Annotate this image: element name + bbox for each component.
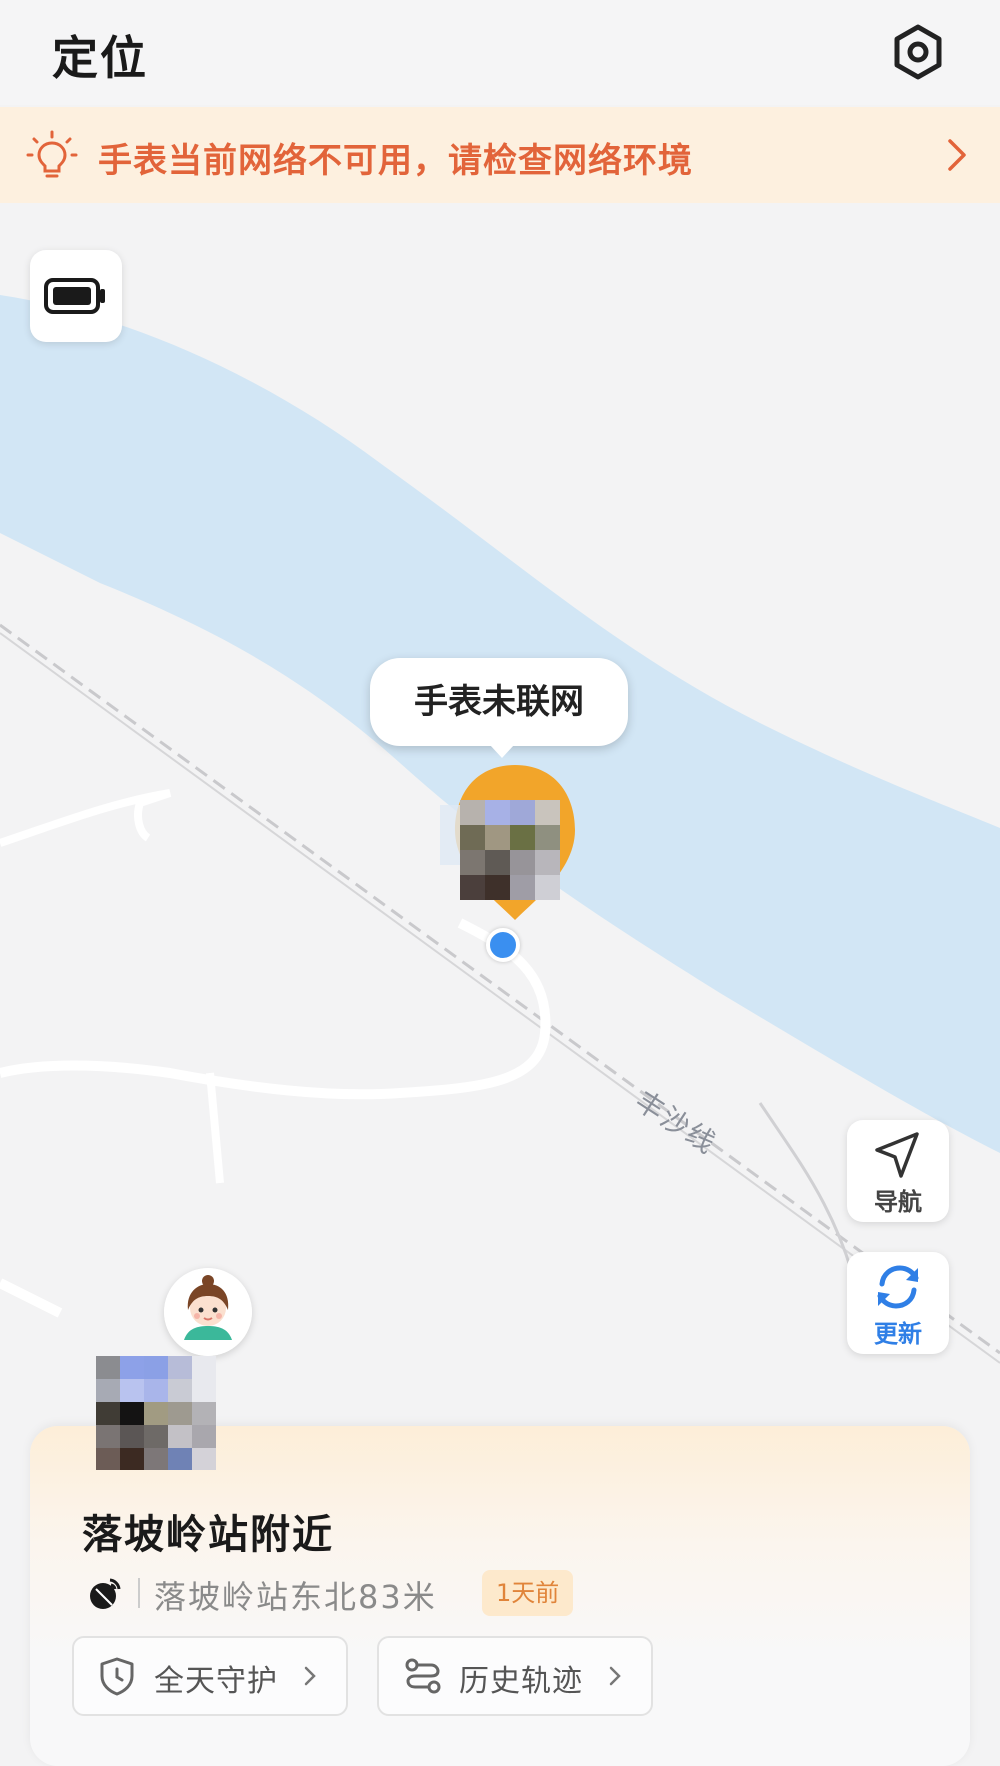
current-location-dot	[486, 928, 520, 962]
location-title: 落坡岭站附近	[82, 1512, 334, 1558]
address-row: 落坡岭站东北83米 1天前	[86, 1568, 946, 1618]
satellite-icon	[90, 1578, 121, 1609]
chevron-right-icon	[304, 1666, 316, 1686]
refresh-label: 更新	[874, 1320, 922, 1348]
page-title: 定位	[52, 31, 148, 85]
avatar-illustration	[164, 1268, 252, 1356]
battery-icon	[44, 278, 105, 314]
alert-message: 手表当前网络不可用，请检查网络环境	[98, 141, 693, 181]
chevron-right-icon	[948, 139, 966, 171]
guard-label: 全天守护	[154, 1664, 278, 1699]
navigation-label: 导航	[874, 1188, 922, 1216]
child-avatar[interactable]	[164, 1268, 252, 1356]
refresh-icon	[877, 1265, 919, 1309]
navigation-button[interactable]: 导航	[847, 1120, 949, 1222]
profile-photo	[96, 1356, 216, 1470]
update-time-badge: 1天前	[482, 1570, 574, 1616]
device-location-marker[interactable]	[440, 760, 590, 930]
settings-icon	[894, 24, 942, 80]
settings-button[interactable]	[888, 22, 948, 82]
address-text: 落坡岭站东北83米	[154, 1578, 437, 1616]
history-label: 历史轨迹	[459, 1664, 583, 1699]
network-alert-banner[interactable]: 手表当前网络不可用，请检查网络环境	[0, 107, 1000, 203]
route-icon	[405, 1658, 441, 1694]
divider	[138, 1578, 140, 1608]
top-bar: 定位	[0, 0, 1000, 105]
chevron-right-icon	[609, 1666, 621, 1686]
battery-status-button[interactable]	[30, 250, 122, 342]
watch-status-bubble: 手表未联网	[370, 658, 628, 758]
shield-icon	[100, 1657, 134, 1696]
lightbulb-icon	[26, 130, 78, 178]
refresh-location-button[interactable]: 更新	[847, 1252, 949, 1354]
all-day-guard-button[interactable]: 全天守护	[72, 1636, 348, 1716]
history-track-button[interactable]: 历史轨迹	[377, 1636, 653, 1716]
navigation-icon	[875, 1132, 919, 1178]
